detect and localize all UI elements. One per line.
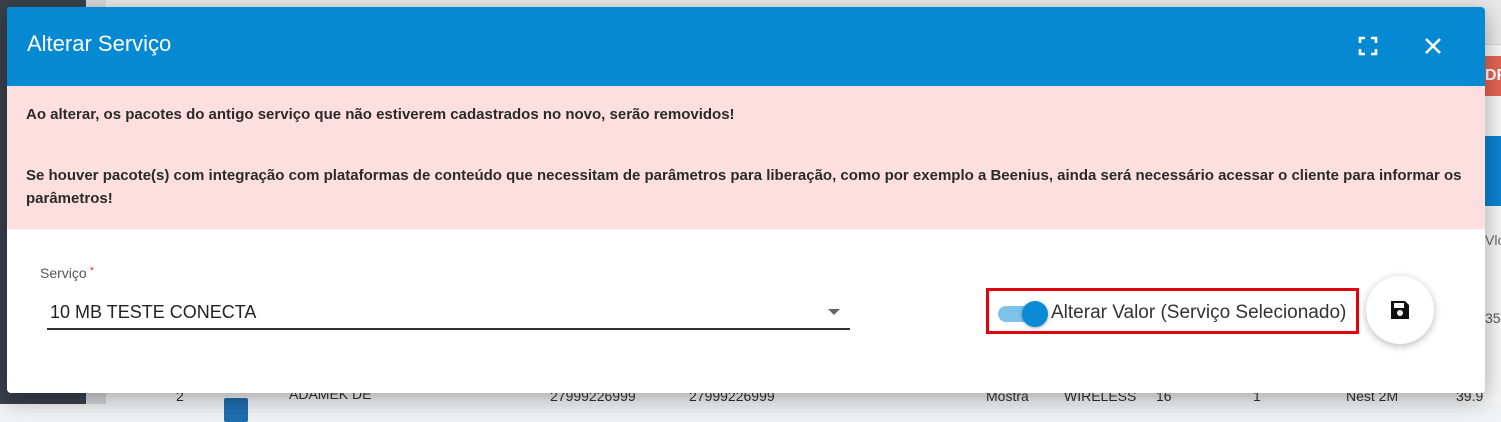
background-pdf-button[interactable]: DF [1485,56,1501,96]
close-icon [1425,38,1441,54]
alert-line-1: Ao alterar, os pacotes do antigo serviço… [26,106,735,123]
fullscreen-button[interactable] [1353,31,1383,61]
service-select[interactable]: 10 MB TESTE CONECTA [47,294,850,330]
save-icon [1391,301,1409,319]
required-mark: * [89,265,94,277]
dialog-header: Alterar Serviço [7,7,1485,86]
row-checkbox[interactable] [224,398,248,422]
service-label-text: Serviço [40,265,87,281]
service-field-label: Serviço * [40,265,94,281]
save-button[interactable] [1366,276,1434,344]
warning-alert: Ao alterar, os pacotes do antigo serviço… [7,86,1485,229]
background-cell: 35. [1485,310,1501,326]
service-select-value: 10 MB TESTE CONECTA [50,302,257,322]
background-blue-panel [1485,136,1501,206]
toggle-knob [1022,301,1048,327]
change-value-toggle-group: Alterar Valor (Serviço Selecionado) [986,288,1359,334]
close-button[interactable] [1418,31,1448,61]
change-value-label[interactable]: Alterar Valor (Serviço Selecionado) [1051,302,1346,324]
change-value-toggle[interactable] [998,301,1048,327]
change-service-dialog: Alterar Serviço Ao alterar, os pacotes d… [7,7,1485,393]
dialog-title: Alterar Serviço [27,31,172,56]
chevron-down-icon [828,309,840,315]
alert-line-2: Se houver pacote(s) com integração com p… [26,167,1462,207]
fullscreen-icon [1358,36,1378,56]
background-column-header: Vlo [1485,232,1501,248]
